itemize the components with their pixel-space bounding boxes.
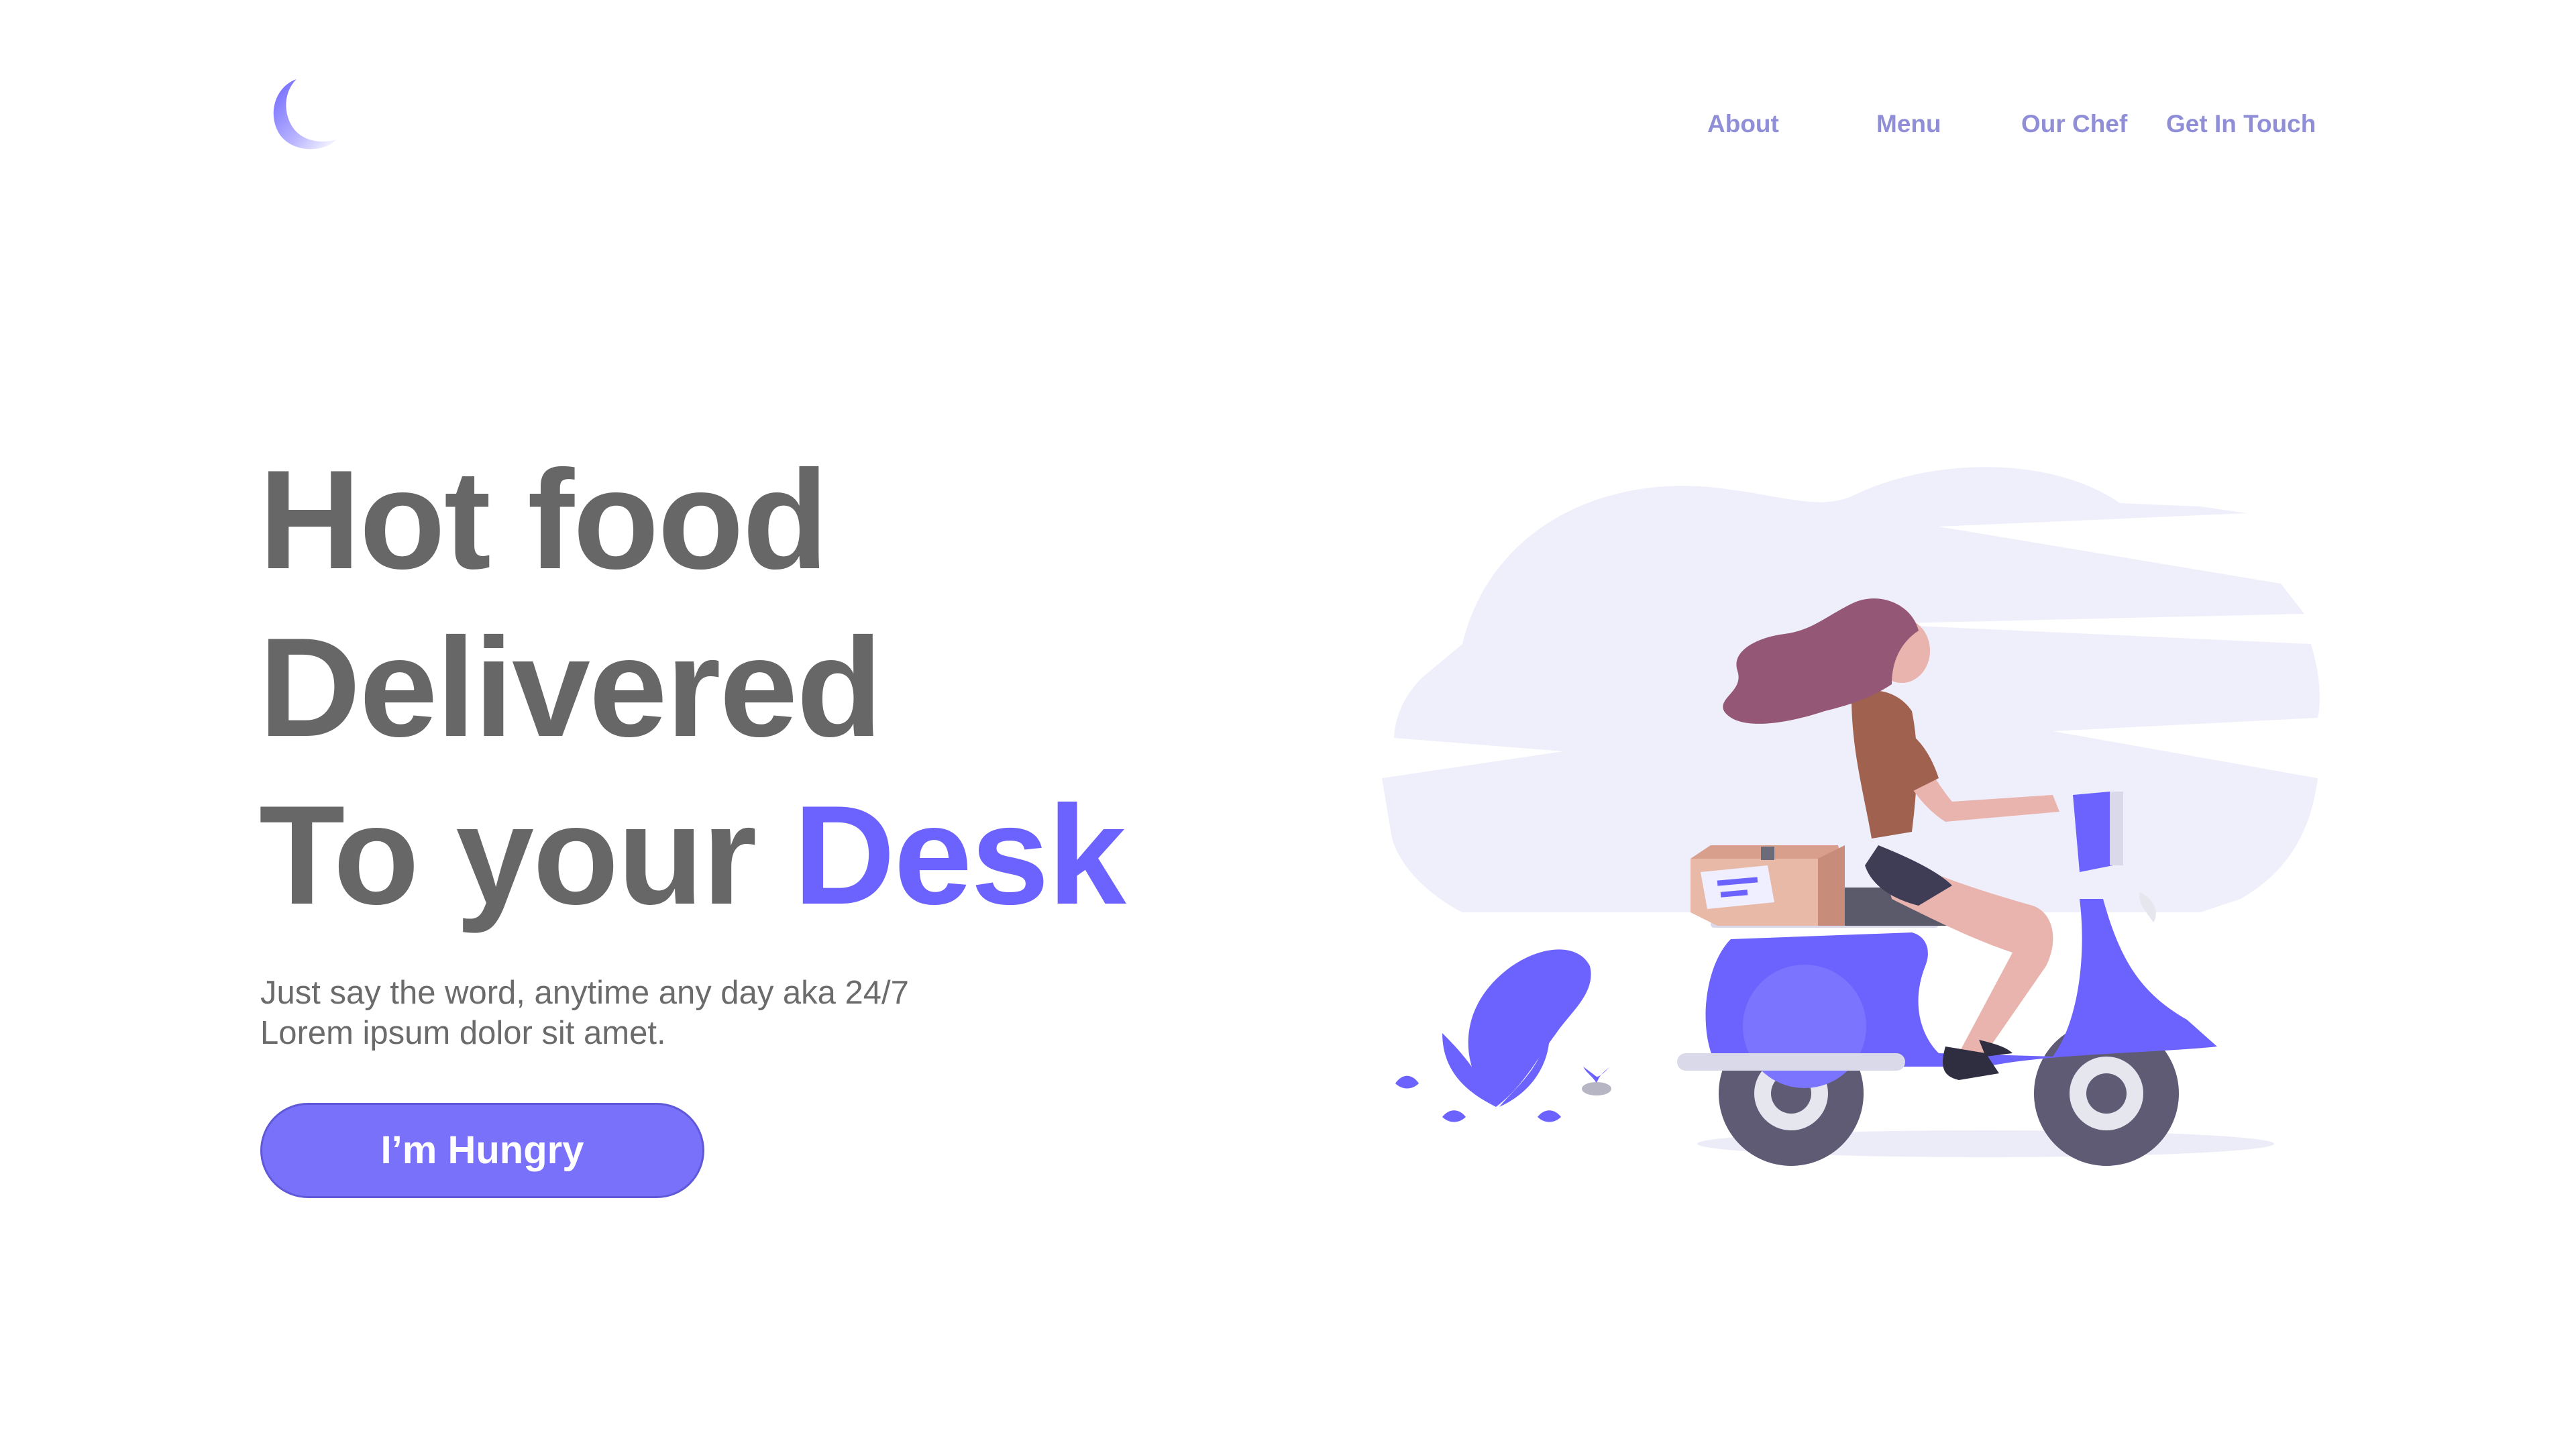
im-hungry-button[interactable]: I’m Hungry	[260, 1103, 704, 1198]
headline-line-2: Delivered	[259, 608, 883, 766]
top-nav: About Menu Our Chef Get In Touch	[0, 107, 2576, 141]
hero-headline: Hot food Delivered To your Desk	[259, 436, 1126, 939]
small-rock	[1582, 1082, 1611, 1095]
subtitle-line-1: Just say the word, anytime any day aka 2…	[260, 975, 909, 1011]
headline-accent-word: Desk	[793, 776, 1126, 934]
delivery-box-icon	[1690, 845, 1845, 926]
nav-link-get-in-touch[interactable]: Get In Touch	[2166, 107, 2316, 141]
nav-link-about[interactable]: About	[1707, 107, 1779, 141]
headline-line-3-prefix: To your	[259, 776, 757, 934]
hero-subtitle: Just say the word, anytime any day aka 2…	[260, 973, 909, 1053]
nav-link-menu[interactable]: Menu	[1876, 107, 1941, 141]
plant-icon	[1395, 949, 1610, 1122]
landing-page: About Menu Our Chef Get In Touch Hot foo…	[0, 0, 2576, 1449]
subtitle-line-2: Lorem ipsum dolor sit amet.	[260, 1015, 666, 1051]
delivery-scooter-illustration	[1382, 467, 2320, 1166]
nav-link-our-chef[interactable]: Our Chef	[2021, 107, 2127, 141]
headline-line-1: Hot food	[259, 441, 828, 598]
